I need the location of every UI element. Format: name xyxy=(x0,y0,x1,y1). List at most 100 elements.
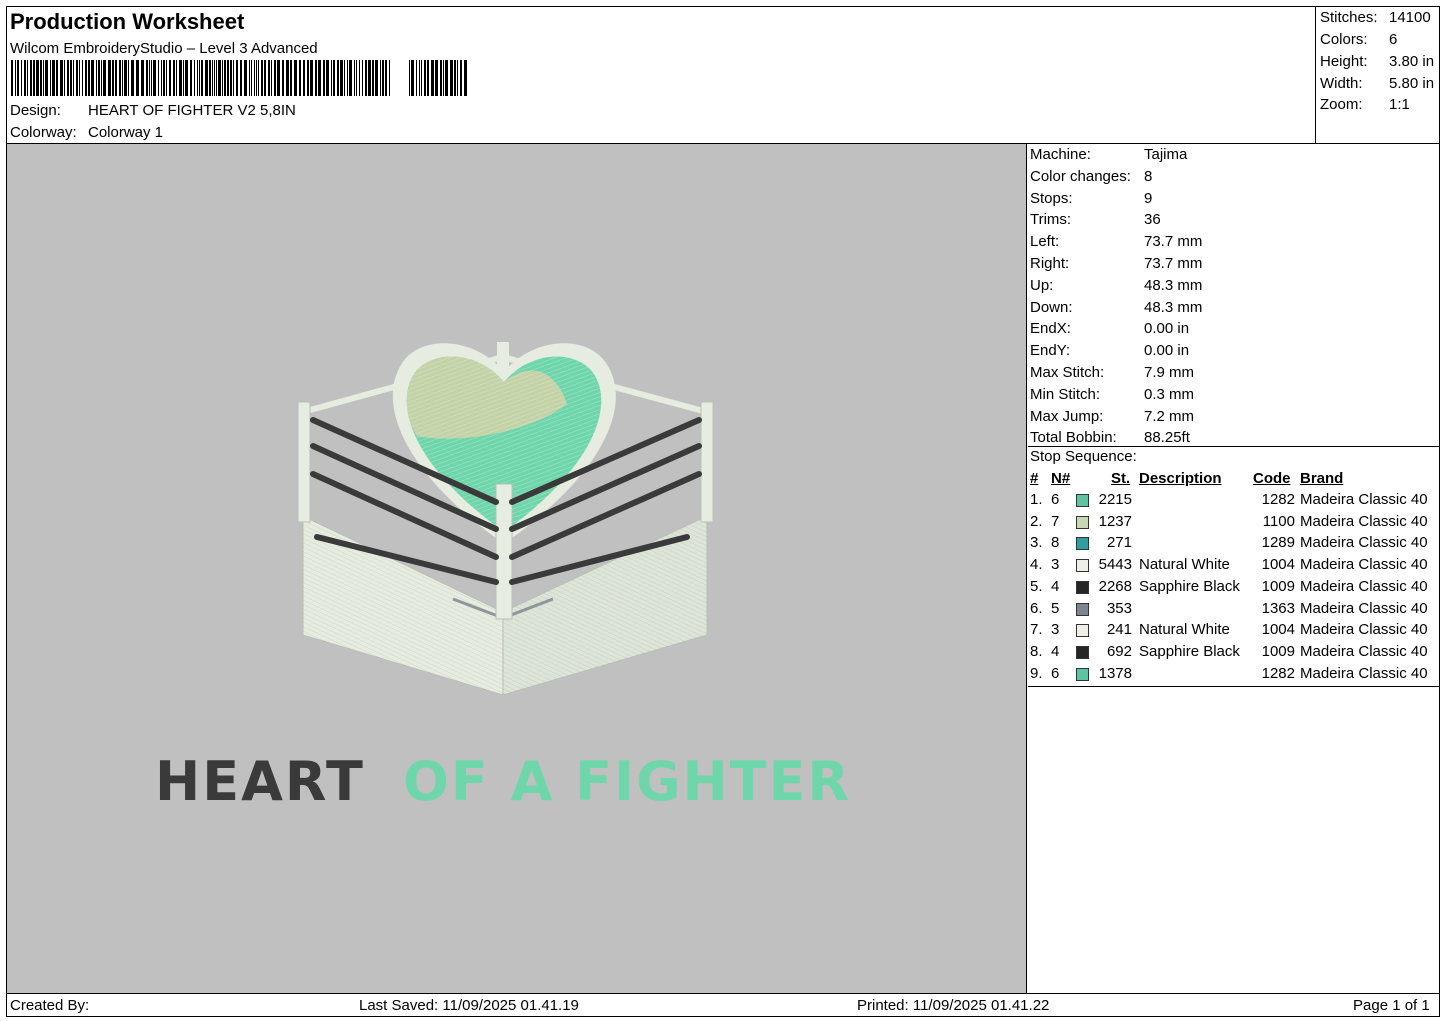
thread-code: 1100 xyxy=(1262,512,1295,530)
barcode-bar xyxy=(108,60,111,96)
color-swatch xyxy=(1076,559,1089,573)
barcode-bar xyxy=(119,60,121,96)
barcode-bar xyxy=(443,60,444,96)
software-name: Wilcom EmbroideryStudio – Level 3 Advanc… xyxy=(10,40,318,57)
machine-info-value: Tajima xyxy=(1144,146,1188,163)
barcode-bar xyxy=(45,60,48,96)
barcode-bar xyxy=(33,60,35,96)
barcode-bar xyxy=(354,60,355,96)
stop-num: 1. xyxy=(1030,491,1043,508)
stop-num: 3. xyxy=(1030,534,1043,552)
page-number: Page 1 of 1 xyxy=(1353,997,1430,1014)
design-summary: Stitches: 14100 Colors: 6 Height: 3.80 in W… xyxy=(1315,7,1440,143)
barcode-bar xyxy=(214,60,215,96)
barcode-bar xyxy=(440,60,442,96)
width-value: 5.80 in xyxy=(1389,75,1435,92)
barcode-bar xyxy=(365,60,367,96)
stop-num: 2. xyxy=(1030,512,1043,530)
colorway-value: Colorway 1 xyxy=(88,124,164,141)
barcode-bar xyxy=(344,60,345,96)
barcode-bar xyxy=(435,60,438,96)
barcode-bar xyxy=(233,60,234,96)
barcode-bar xyxy=(331,60,332,96)
machine-info-value: 0.3 mm xyxy=(1144,385,1195,403)
machine-info-label: Color changes: xyxy=(1030,167,1131,185)
stop-num: 7. xyxy=(1030,621,1043,639)
barcode-bar xyxy=(294,60,297,96)
barcode-bar xyxy=(43,60,44,96)
colors-value: 6 xyxy=(1389,31,1398,48)
thread-brand: Madeira Classic 40 xyxy=(1300,534,1428,552)
stitch-count: 353 xyxy=(1106,599,1132,617)
barcode-bar xyxy=(64,60,65,96)
barcode-bar xyxy=(240,60,242,96)
color-swatch xyxy=(1076,645,1089,659)
barcode-bar xyxy=(368,60,371,96)
barcode-bar xyxy=(209,60,211,96)
machine-info-label: Stops: xyxy=(1030,189,1073,207)
design-preview: HEART OF A FIGHTER xyxy=(7,144,1027,993)
stop-sequence-row: 4. 3 5443 Natural White 1004 Madeira Classic … xyxy=(1028,556,1439,578)
barcode-bar xyxy=(277,60,280,96)
design-label: Design: xyxy=(10,102,61,119)
barcode-bar xyxy=(101,60,102,96)
machine-info-value: 48.3 mm xyxy=(1144,276,1203,294)
barcode-bar xyxy=(411,60,414,96)
barcode-bar xyxy=(385,60,387,96)
barcode-bar xyxy=(409,60,410,96)
barcode-bar xyxy=(91,60,94,96)
machine-info-value: 9 xyxy=(1144,189,1153,207)
stop-num: 6. xyxy=(1030,599,1043,617)
barcode-bar xyxy=(201,60,203,96)
color-swatch xyxy=(1076,515,1089,529)
machine-info-value: 7.2 mm xyxy=(1144,407,1195,425)
machine-info-label: Total Bobbin: xyxy=(1030,429,1117,447)
stop-num: 9. xyxy=(1030,664,1043,682)
thread-brand: Madeira Classic 40 xyxy=(1300,556,1428,574)
stitch-count: 271 xyxy=(1106,534,1132,552)
printed-date: Printed: 11/09/2025 01.41.22 xyxy=(857,997,1050,1014)
production-worksheet: Production Worksheet Wilcom EmbroiderySt… xyxy=(6,6,1440,1017)
machine-info-row: Color changes: 8 xyxy=(1030,168,1152,185)
barcode-bar xyxy=(244,60,247,96)
machine-info-row: Down: 48.3 mm xyxy=(1030,299,1202,316)
barcode-bar xyxy=(218,60,221,96)
stop-sequence-row: 5. 4 2268 Sapphire Black 1009 Madeira Classic… xyxy=(1028,578,1439,600)
thread-description: Natural White xyxy=(1139,556,1230,574)
barcode-bar xyxy=(427,60,429,96)
barcode-bar xyxy=(153,60,156,96)
height-row: Height: 3.80 in xyxy=(1320,53,1434,70)
barcode-bar xyxy=(124,60,127,96)
color-swatch xyxy=(1076,624,1089,638)
machine-info-row: Total Bobbin: 88.25ft xyxy=(1030,429,1190,446)
stitch-count: 241 xyxy=(1106,621,1132,639)
barcode-bar xyxy=(372,60,374,96)
machine-info-value: 73.7 mm xyxy=(1144,255,1203,272)
col-num-header: # xyxy=(1030,470,1039,487)
stop-sequence-row: 6. 5 353 1363 Madeira Classic 40 xyxy=(1028,600,1439,622)
machine-info-row: Left: 73.7 mm xyxy=(1030,233,1202,250)
thread-code: 1004 xyxy=(1261,556,1295,574)
barcode-bar xyxy=(103,60,106,96)
barcode-bar xyxy=(227,60,229,96)
machine-info-row: Right: 73.7 mm xyxy=(1030,255,1202,272)
thread-code: 1009 xyxy=(1261,577,1295,595)
barcode-bar xyxy=(88,60,90,96)
stop-sequence-row: 7. 3 241 Natural White 1004 Madeira Classic 4… xyxy=(1028,621,1439,643)
barcode-bar xyxy=(128,60,129,96)
color-swatch xyxy=(1076,602,1089,616)
barcode-bar xyxy=(362,60,363,96)
barcode-bar xyxy=(27,60,28,96)
barcode-bar xyxy=(282,60,284,96)
worksheet-header: Production Worksheet Wilcom EmbroiderySt… xyxy=(7,7,1315,143)
stop-sequence-row: 8. 4 692 Sapphire Black 1009 Madeira Classic … xyxy=(1028,643,1439,665)
barcode-bar xyxy=(212,60,213,96)
zoom-label: Zoom: xyxy=(1320,96,1363,113)
barcode-bar xyxy=(222,60,223,96)
colors-row: Colors: 6 xyxy=(1320,31,1397,48)
barcode-bar xyxy=(205,60,208,96)
barcode-bar xyxy=(85,60,87,96)
needle-number: 3 xyxy=(1051,621,1060,639)
machine-info-label: Right: xyxy=(1030,255,1070,272)
barcode-bar xyxy=(136,60,139,96)
